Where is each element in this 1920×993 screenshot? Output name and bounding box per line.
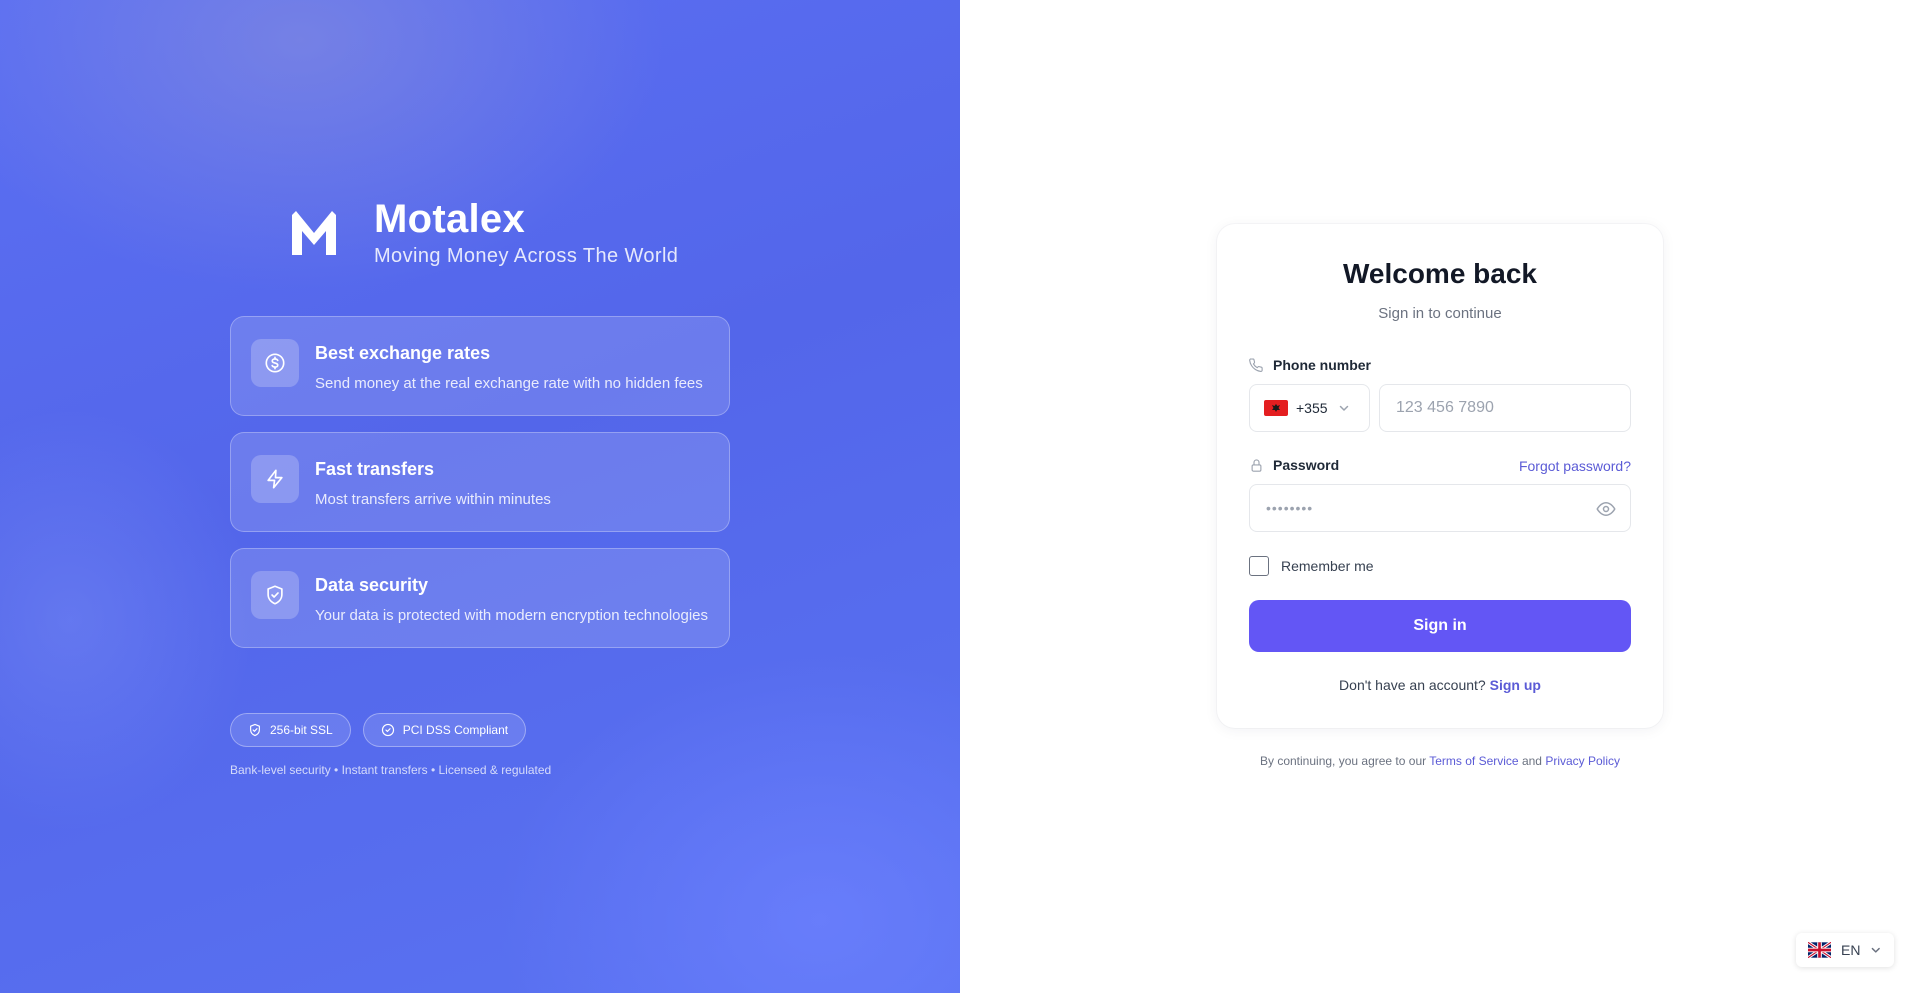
language-selector[interactable]: EN: [1796, 933, 1894, 967]
lightning-icon: [251, 455, 299, 503]
country-code: +355: [1296, 400, 1328, 416]
feature-card-fast-transfers: Fast transfers Most transfers arrive wit…: [230, 432, 730, 532]
sign-up-link[interactable]: Sign up: [1490, 677, 1541, 693]
signup-prompt: Don't have an account? Sign up: [1339, 677, 1541, 693]
feature-card-data-security: Data security Your data is protected wit…: [230, 548, 730, 648]
check-circle-icon: [381, 723, 394, 737]
login-title: Welcome back: [1342, 258, 1538, 289]
password-field: [1249, 484, 1631, 532]
chevron-down-icon: [1872, 947, 1881, 953]
eye-icon[interactable]: [1596, 499, 1616, 519]
shield-icon: [250, 723, 260, 737]
lock-icon: [1251, 458, 1262, 472]
trust-line: Bank-level security • Instant transfers …: [230, 763, 552, 777]
feature-description: Send money at the real exchange rate wit…: [315, 375, 703, 392]
feature-card-exchange-rates: Best exchange rates Send money at the re…: [230, 316, 730, 416]
phone-label: Phone number: [1249, 357, 1371, 373]
albania-flag-icon: [1264, 400, 1288, 416]
trust-badges: 256-bit SSL PCI DSS Compliant: [230, 713, 538, 747]
uk-flag-icon: [1808, 942, 1832, 958]
feature-description: Your data is protected with modern encry…: [315, 607, 709, 624]
feature-title: Fast transfers: [315, 459, 435, 479]
feature-list: Best exchange rates Send money at the re…: [230, 316, 730, 664]
password-label: Password: [1249, 457, 1339, 473]
chevron-down-icon: [1339, 405, 1348, 411]
country-code-select[interactable]: +355: [1249, 384, 1370, 432]
badge-pci: PCI DSS Compliant: [362, 713, 527, 747]
language-code: EN: [1841, 942, 1861, 958]
feature-title: Data security: [315, 575, 429, 595]
legal-notice: By continuing, you agree to our Terms of…: [1260, 754, 1620, 768]
remember-me[interactable]: Remember me: [1249, 556, 1374, 576]
feature-title: Best exchange rates: [315, 343, 491, 363]
privacy-link[interactable]: Privacy Policy: [1545, 754, 1620, 768]
brand-tagline: Moving Money Across The World: [374, 245, 679, 267]
remember-me-label: Remember me: [1281, 558, 1374, 574]
phone-input[interactable]: [1379, 384, 1631, 432]
badge-ssl: 256-bit SSL: [230, 713, 351, 747]
forgot-password-link[interactable]: Forgot password?: [1519, 458, 1631, 474]
badge-label: PCI DSS Compliant: [402, 723, 509, 737]
password-input[interactable]: [1250, 485, 1580, 531]
login-card: Welcome back Sign in to continue Phone n…: [1217, 224, 1663, 728]
phone-icon: [1249, 357, 1263, 372]
dollar-circle-icon: [251, 339, 299, 387]
hero-panel: Motalex Moving Money Across The World Be…: [0, 0, 960, 993]
shield-check-icon: [251, 571, 299, 619]
motalex-logo-icon: [292, 211, 336, 255]
login-subtitle: Sign in to continue: [1378, 305, 1502, 322]
brand: Motalex Moving Money Across The World: [290, 196, 678, 268]
brand-name: Motalex: [374, 197, 526, 241]
remember-me-checkbox[interactable]: [1249, 556, 1269, 576]
feature-description: Most transfers arrive within minutes: [315, 491, 551, 508]
sign-in-button[interactable]: Sign in: [1249, 600, 1631, 652]
badge-label: 256-bit SSL: [270, 723, 333, 737]
terms-link[interactable]: Terms of Service: [1429, 754, 1518, 768]
